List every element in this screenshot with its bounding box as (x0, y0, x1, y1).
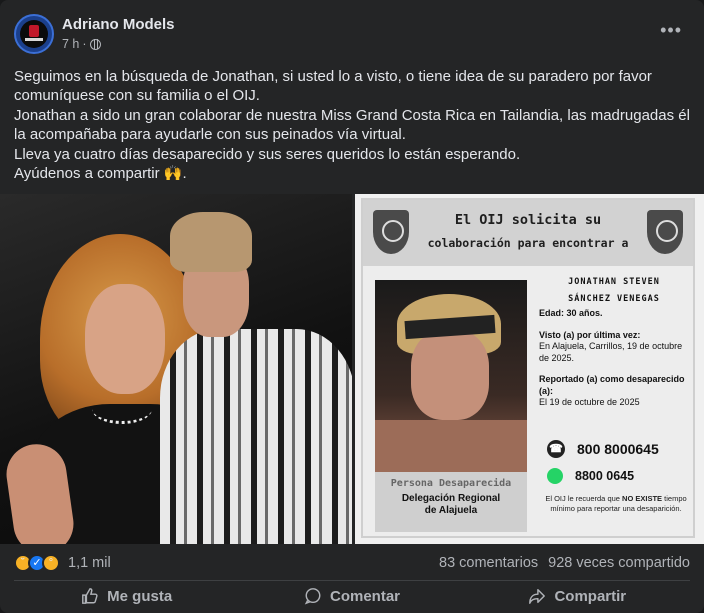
person-surname: SÁNCHEZ VENEGAS (568, 294, 660, 304)
phone-icon: ☎ (547, 440, 565, 458)
phone-line: ☎ 800 8000645 (547, 440, 659, 458)
comment-button[interactable]: Comentar (239, 582, 464, 610)
post-paragraph: Jonathan a sido un gran colaborar de nue… (14, 106, 690, 144)
poster-subtitle: colaboración para encontrar a (427, 236, 629, 250)
poster-notice: El OIJ le recuerda que NO EXISTE tiempo … (541, 494, 691, 513)
footer-divider (14, 580, 690, 581)
shares-count[interactable]: 928 veces compartido (548, 555, 690, 571)
poster-frame: El OIJ solicita su colaboración para enc… (361, 198, 695, 538)
post-actions: Me gusta Comentar Compartir (14, 582, 690, 610)
person-age: Edad: 30 años. (539, 308, 603, 318)
photo-caption: Persona Desaparecida Delegación Regional… (375, 472, 527, 532)
share-button[interactable]: Compartir (465, 582, 690, 610)
avatar[interactable] (14, 14, 54, 54)
post-paragraph: Ayúdenos a compartir 🙌. (14, 165, 187, 183)
post-time[interactable]: 7 h (62, 37, 79, 51)
caption-line: de Alajuela (424, 505, 478, 516)
share-icon (529, 588, 546, 604)
more-horizontal-icon[interactable]: ••• (660, 20, 682, 41)
photo-man-hair (170, 212, 252, 272)
post-header: Adriano Models 7 h · ••• (14, 14, 690, 56)
whatsapp-icon (547, 468, 563, 484)
post-stats: 83 comentarios 928 veces compartido (439, 555, 690, 571)
comments-count[interactable]: 83 comentarios (439, 555, 538, 571)
post-paragraph: Lleva ya cuatro días desaparecido y sus … (14, 145, 521, 163)
avatar-logo-text (25, 38, 43, 41)
person-name: JONATHAN STEVEN (568, 277, 660, 287)
post-meta: 7 h · (62, 37, 101, 51)
meta-separator: · (82, 37, 87, 51)
photo-man-shirt (160, 329, 352, 544)
person-info: JONATHAN STEVEN SÁNCHEZ VENEGAS Edad: 30… (539, 274, 689, 409)
caption-top: Persona Desaparecida (390, 478, 512, 489)
whatsapp-number: 8800 0645 (575, 469, 635, 483)
post-text: Seguimos en la búsqueda de Jonathan, si … (14, 67, 694, 183)
globe-icon[interactable] (89, 38, 101, 50)
like-label: Me gusta (107, 587, 173, 605)
caption-line: Delegación Regional (401, 493, 501, 504)
reaction-count[interactable]: 1,1 mil (68, 555, 111, 571)
reported-label: Reportado (a) como desaparecido (a): (539, 374, 685, 396)
like-button[interactable]: Me gusta (14, 582, 239, 610)
poster-title: El OIJ solicita su (454, 212, 602, 228)
share-label: Compartir (554, 587, 627, 605)
post-paragraph: Seguimos en la búsqueda de Jonathan, si … (14, 68, 652, 105)
last-seen-value: En Alajuela, Carrillos, 19 de octubre de… (539, 341, 683, 363)
avatar-logo-mark (29, 25, 39, 37)
reactions-summary[interactable]: ˘ ✓ ° 1,1 mil (14, 554, 111, 572)
phone-number: 800 8000645 (577, 441, 659, 457)
wow-reaction-icon: ° (42, 554, 60, 572)
person-chest (375, 420, 527, 472)
photo-woman-face (85, 284, 165, 394)
author-name[interactable]: Adriano Models (62, 16, 175, 33)
post-card: Adriano Models 7 h · ••• Seguimos en la … (0, 0, 704, 613)
thumbs-up-icon (82, 588, 98, 604)
poster-header: El OIJ solicita su colaboración para enc… (363, 200, 693, 266)
photo-necklace (92, 394, 152, 424)
notice-pre: El OIJ le recuerda que (545, 494, 623, 503)
missing-person-poster[interactable]: El OIJ solicita su colaboración para enc… (355, 194, 704, 544)
caption-delegation: Delegación Regional de Alajuela (375, 493, 527, 517)
notice-bold: NO EXISTE (622, 494, 663, 503)
last-seen-label: Visto (a) por última vez: (539, 329, 641, 340)
reported-value: El 19 de octubre de 2025 (539, 397, 640, 407)
comment-icon (304, 588, 321, 605)
post-photo[interactable] (0, 194, 352, 544)
missing-person-photo (375, 280, 527, 472)
comment-label: Comentar (329, 587, 400, 605)
whatsapp-line: 8800 0645 (547, 468, 634, 484)
person-face (411, 330, 489, 420)
